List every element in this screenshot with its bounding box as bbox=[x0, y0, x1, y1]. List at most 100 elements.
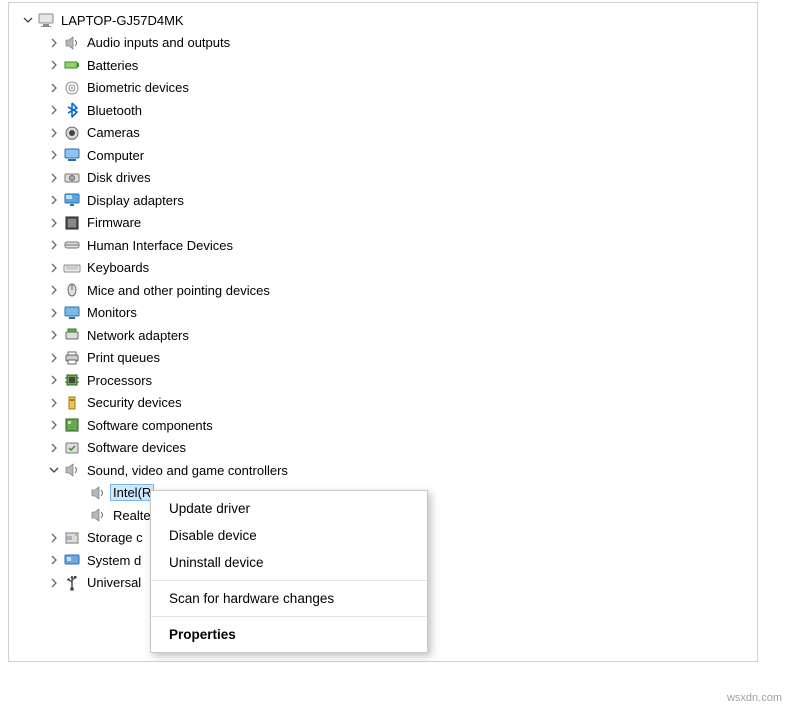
usb-icon bbox=[63, 574, 81, 592]
tree-category[interactable]: Bluetooth bbox=[13, 99, 757, 122]
chevron-right-icon[interactable] bbox=[47, 58, 61, 72]
tree-category-label: Software components bbox=[87, 418, 213, 433]
chevron-right-icon[interactable] bbox=[47, 418, 61, 432]
tree-category[interactable]: Monitors bbox=[13, 302, 757, 325]
chevron-right-icon[interactable] bbox=[47, 576, 61, 590]
menu-properties[interactable]: Properties bbox=[151, 621, 427, 648]
chevron-right-icon[interactable] bbox=[47, 261, 61, 275]
tree-category[interactable]: Batteries bbox=[13, 54, 757, 77]
system-icon bbox=[63, 551, 81, 569]
tree-category[interactable]: Software devices bbox=[13, 437, 757, 460]
tree-category-label: Mice and other pointing devices bbox=[87, 283, 270, 298]
bluetooth-icon bbox=[63, 101, 81, 119]
speaker-icon bbox=[89, 484, 107, 502]
chevron-right-icon[interactable] bbox=[47, 126, 61, 140]
tree-category[interactable]: Sound, video and game controllers bbox=[13, 459, 757, 482]
tree-device-label: Realte bbox=[113, 508, 151, 523]
tree-category-label: Processors bbox=[87, 373, 152, 388]
tree-category[interactable]: Mice and other pointing devices bbox=[13, 279, 757, 302]
network-icon bbox=[63, 326, 81, 344]
menu-disable-device[interactable]: Disable device bbox=[151, 522, 427, 549]
chevron-right-icon[interactable] bbox=[47, 36, 61, 50]
chevron-right-icon[interactable] bbox=[47, 351, 61, 365]
tree-category[interactable]: Human Interface Devices bbox=[13, 234, 757, 257]
tree-category-label: Display adapters bbox=[87, 193, 184, 208]
tree-category-label: Computer bbox=[87, 148, 144, 163]
tree-category[interactable]: Computer bbox=[13, 144, 757, 167]
software-device-icon bbox=[63, 439, 81, 457]
chevron-right-icon[interactable] bbox=[47, 103, 61, 117]
chevron-right-icon[interactable] bbox=[47, 81, 61, 95]
chevron-right-icon[interactable] bbox=[47, 553, 61, 567]
tree-category[interactable]: Processors bbox=[13, 369, 757, 392]
speaker-icon bbox=[63, 34, 81, 52]
tree-category[interactable]: Security devices bbox=[13, 392, 757, 415]
tree-category[interactable]: Network adapters bbox=[13, 324, 757, 347]
tree-category-label: Batteries bbox=[87, 58, 138, 73]
tree-category-label: Biometric devices bbox=[87, 80, 189, 95]
keyboard-icon bbox=[63, 259, 81, 277]
display-icon bbox=[63, 191, 81, 209]
tree-root[interactable]: LAPTOP-GJ57D4MK bbox=[13, 9, 757, 32]
chevron-right-icon[interactable] bbox=[47, 328, 61, 342]
camera-icon bbox=[63, 124, 81, 142]
context-menu: Update driver Disable device Uninstall d… bbox=[150, 490, 428, 653]
tree-category[interactable]: Firmware bbox=[13, 212, 757, 235]
chevron-right-icon[interactable] bbox=[47, 373, 61, 387]
watermark: wsxdn.com bbox=[727, 692, 782, 704]
tree-category[interactable]: Disk drives bbox=[13, 167, 757, 190]
tree-category-label: Security devices bbox=[87, 395, 182, 410]
chevron-right-icon[interactable] bbox=[47, 148, 61, 162]
tree-category-label: System d bbox=[87, 553, 141, 568]
tree-category[interactable]: Audio inputs and outputs bbox=[13, 32, 757, 55]
printer-icon bbox=[63, 349, 81, 367]
security-icon bbox=[63, 394, 81, 412]
chevron-right-icon[interactable] bbox=[47, 193, 61, 207]
tree-device-label: Intel(R bbox=[110, 484, 154, 501]
chevron-right-icon[interactable] bbox=[47, 441, 61, 455]
tree-category-label: Audio inputs and outputs bbox=[87, 35, 230, 50]
menu-uninstall-device[interactable]: Uninstall device bbox=[151, 549, 427, 576]
chevron-right-icon[interactable] bbox=[47, 396, 61, 410]
computer-icon bbox=[63, 146, 81, 164]
tree-category-label: Bluetooth bbox=[87, 103, 142, 118]
tree-category[interactable]: Print queues bbox=[13, 347, 757, 370]
chevron-right-icon[interactable] bbox=[47, 171, 61, 185]
tree-category-label: Cameras bbox=[87, 125, 140, 140]
firmware-icon bbox=[63, 214, 81, 232]
menu-scan-hardware[interactable]: Scan for hardware changes bbox=[151, 585, 427, 612]
mouse-icon bbox=[63, 281, 81, 299]
hid-icon bbox=[63, 236, 81, 254]
battery-icon bbox=[63, 56, 81, 74]
chevron-right-icon[interactable] bbox=[47, 306, 61, 320]
fingerprint-icon bbox=[63, 79, 81, 97]
chevron-down-icon[interactable] bbox=[21, 13, 35, 27]
menu-separator bbox=[151, 580, 427, 581]
software-component-icon bbox=[63, 416, 81, 434]
tree-category[interactable]: Keyboards bbox=[13, 257, 757, 280]
tree-category-label: Monitors bbox=[87, 305, 137, 320]
menu-separator bbox=[151, 616, 427, 617]
computer-icon bbox=[37, 11, 55, 29]
tree-category-label: Keyboards bbox=[87, 260, 149, 275]
monitor-icon bbox=[63, 304, 81, 322]
menu-update-driver[interactable]: Update driver bbox=[151, 495, 427, 522]
storage-icon bbox=[63, 529, 81, 547]
tree-category-label: Firmware bbox=[87, 215, 141, 230]
chevron-right-icon[interactable] bbox=[47, 238, 61, 252]
disk-icon bbox=[63, 169, 81, 187]
tree-category[interactable]: Cameras bbox=[13, 122, 757, 145]
tree-category-label: Storage c bbox=[87, 530, 143, 545]
tree-category-label: Software devices bbox=[87, 440, 186, 455]
tree-category-label: Disk drives bbox=[87, 170, 151, 185]
speaker-icon bbox=[89, 506, 107, 524]
chevron-right-icon[interactable] bbox=[47, 283, 61, 297]
tree-category-label: Print queues bbox=[87, 350, 160, 365]
processor-icon bbox=[63, 371, 81, 389]
tree-category[interactable]: Display adapters bbox=[13, 189, 757, 212]
chevron-down-icon[interactable] bbox=[47, 463, 61, 477]
tree-category[interactable]: Biometric devices bbox=[13, 77, 757, 100]
tree-category[interactable]: Software components bbox=[13, 414, 757, 437]
chevron-right-icon[interactable] bbox=[47, 216, 61, 230]
chevron-right-icon[interactable] bbox=[47, 531, 61, 545]
